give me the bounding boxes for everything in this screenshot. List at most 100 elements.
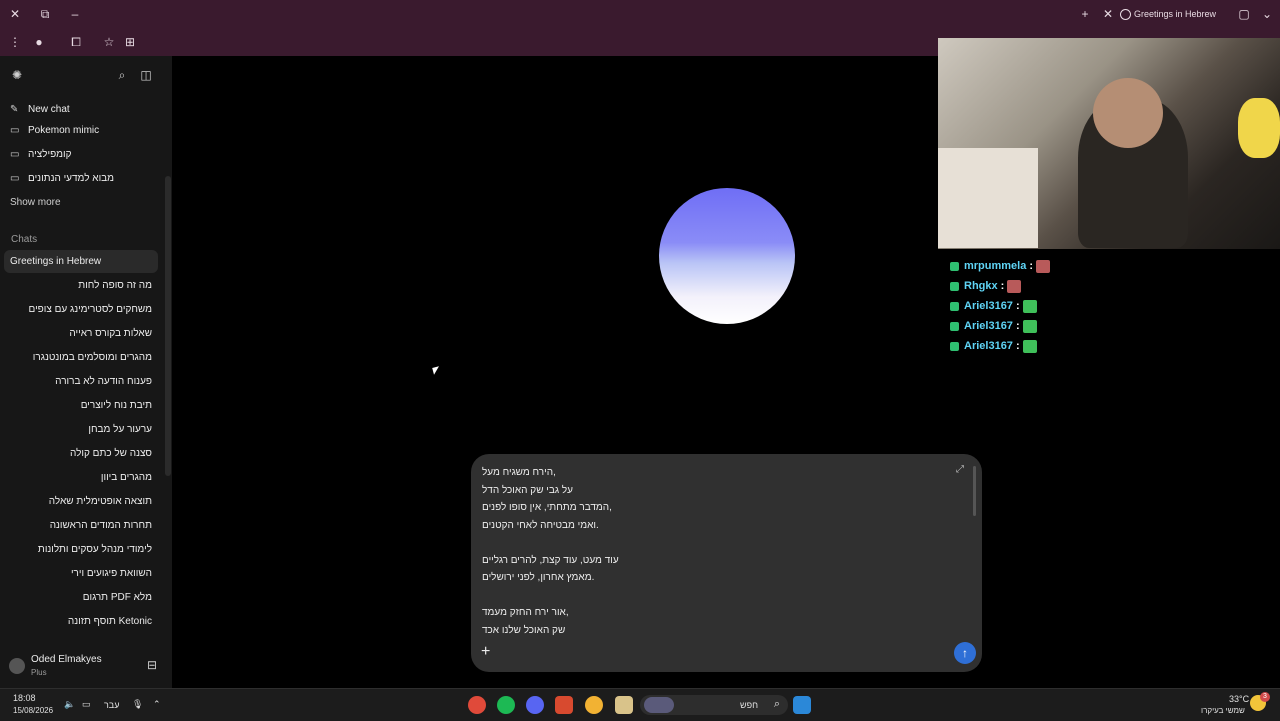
avatar xyxy=(9,658,25,674)
microphone-icon[interactable]: 🎙 xyxy=(132,699,143,710)
chat-item[interactable]: מהגרים ומוסלמים במונטנגרו xyxy=(10,347,152,369)
search-highlight-icon xyxy=(644,697,674,713)
attach-plus-button[interactable]: + xyxy=(481,644,497,660)
chat-item[interactable]: תחרות המודים הראשונה xyxy=(10,515,152,537)
spotify-icon[interactable] xyxy=(497,696,515,714)
folder-icon: ▭ xyxy=(10,173,20,184)
stream-chat-message: Ariel3167 : xyxy=(950,316,1150,336)
user-plan: Plus xyxy=(31,668,47,677)
project-item[interactable]: ▭ Pokemon mimic xyxy=(10,120,158,142)
show-more-link[interactable]: Show more xyxy=(10,192,158,214)
chat-item[interactable]: ערעור על מבחן xyxy=(10,419,152,441)
extensions-icon[interactable]: ⧠ xyxy=(68,34,84,50)
profile-icon[interactable]: ● xyxy=(31,34,47,50)
new-chat-button[interactable]: ✎ New chat xyxy=(10,99,158,121)
stream-chat-message: Ariel3167 : xyxy=(950,336,1150,356)
sub-badge-icon xyxy=(950,301,959,311)
project-item[interactable]: ▭ קומפילציה xyxy=(10,144,158,166)
network-icon[interactable]: ▭ xyxy=(82,699,91,710)
chat-item[interactable]: שאלות בקורס ראייה xyxy=(10,323,152,345)
sidebar: ✺ ⌕ ◫ ✎ New chat ▭ Pokemon mimic ▭ קומפילצי… xyxy=(0,56,172,688)
chat-item-active[interactable]: Greetings in Hebrew xyxy=(10,251,158,273)
folder-icon: ▭ xyxy=(10,125,20,136)
emote-icon xyxy=(1022,339,1037,353)
restore-window-icon[interactable]: ⧉ xyxy=(37,6,53,22)
user-profile[interactable]: Oded Elmakyes Plus ⊟ xyxy=(0,644,172,688)
emote-icon xyxy=(1036,259,1051,273)
person-head xyxy=(1093,78,1163,148)
language-indicator[interactable]: עבר xyxy=(104,700,119,710)
openai-logo-icon[interactable]: ✺ xyxy=(9,67,25,83)
project-item[interactable]: ▭ מבוא למדעי הנתונים xyxy=(10,168,158,190)
tray-chevron-icon[interactable]: ⌃ xyxy=(153,699,161,710)
chat-item[interactable]: מה זה סופה לחות xyxy=(10,275,152,297)
weather-sun-icon[interactable]: 3 xyxy=(1250,692,1270,711)
bookmark-star-icon[interactable]: ☆ xyxy=(101,34,117,50)
stream-chat-message: Rhgkx : xyxy=(950,276,1150,296)
toggle-sidebar-icon[interactable]: ◫ xyxy=(138,67,154,83)
tab-list-icon[interactable]: ⌄ xyxy=(1259,6,1275,22)
clock-date[interactable]: 15/08/2026 xyxy=(13,706,53,715)
taskbar-search[interactable]: חפש ⌕ xyxy=(640,695,788,715)
sidebar-scrollbar[interactable] xyxy=(165,176,171,476)
menu-icon[interactable]: ⋮ xyxy=(7,34,23,50)
new-tab-icon[interactable]: + xyxy=(1077,6,1093,22)
background-object xyxy=(938,148,1038,248)
emote-icon xyxy=(1007,279,1022,293)
composer-scrollbar[interactable] xyxy=(973,466,976,516)
chat-item[interactable]: משחקים לסטרימינג עם צופים xyxy=(10,299,152,321)
chat-item[interactable]: תרגום PDF מלא xyxy=(10,587,152,609)
chat-item[interactable]: תיבת נוח ליוצרים xyxy=(10,395,152,417)
voice-mode-orb xyxy=(659,188,795,324)
browser-titlebar: ✕ ⧉ – + ✕ Greetings in Hebrew ▢ ⌄ xyxy=(0,0,1280,28)
openai-favicon-icon xyxy=(1120,9,1131,21)
chats-section-label: Chats xyxy=(11,234,38,245)
search-icon: ⌕ xyxy=(773,698,780,710)
chat-item[interactable]: סצנה של כתם קולה xyxy=(10,443,152,465)
sub-badge-icon xyxy=(950,341,959,351)
chat-item[interactable]: תוצאה אופטימלית שאלה xyxy=(10,491,152,513)
send-button[interactable]: ↑ xyxy=(954,642,976,664)
chat-item[interactable]: השוואת פיגועים וירי xyxy=(10,563,152,585)
app-icon[interactable] xyxy=(555,696,573,714)
windows-start-icon[interactable] xyxy=(793,696,811,714)
library-icon[interactable]: ⊟ xyxy=(144,657,160,673)
file-explorer-icon[interactable] xyxy=(615,696,633,714)
tab-close-icon[interactable]: ✕ xyxy=(1100,6,1116,22)
chrome-icon[interactable] xyxy=(468,696,486,714)
tab-title[interactable]: Greetings in Hebrew xyxy=(1120,4,1216,24)
composer[interactable]: הירח משגיח מעל, על גבי שק האוכל הדל המדב… xyxy=(471,454,982,672)
mouse-cursor-icon xyxy=(432,366,441,375)
folder-icon: ▭ xyxy=(10,149,20,160)
tab-search-icon[interactable]: ▢ xyxy=(1236,6,1252,22)
close-window-icon[interactable]: ✕ xyxy=(7,6,23,22)
stream-chat-message: Ariel3167 : xyxy=(950,296,1150,316)
discord-icon[interactable] xyxy=(526,696,544,714)
weather-temp[interactable]: 33°C xyxy=(1229,694,1249,704)
expand-icon[interactable]: ⤢ xyxy=(956,464,968,476)
search-icon[interactable]: ⌕ xyxy=(114,67,130,83)
taskbar: 18:08 15/08/2026 🔈 ▭ עבר 🎙 ⌃ חפש ⌕ 33°C … xyxy=(0,688,1280,721)
volume-icon[interactable]: 🔈 xyxy=(64,699,75,710)
user-name: Oded Elmakyes xyxy=(31,654,102,665)
chat-item[interactable]: תוסף תזונה Ketonic xyxy=(10,611,152,633)
weather-desc[interactable]: שמשי בעיקרו xyxy=(1201,706,1245,715)
webcam-overlay xyxy=(938,38,1280,249)
sub-badge-icon xyxy=(950,281,959,291)
message-input[interactable]: הירח משגיח מעל, על גבי שק האוכל הדל המדב… xyxy=(482,464,962,639)
sub-badge-icon xyxy=(950,261,959,271)
stream-chat: mrpummela : Rhgkx : Ariel3167 : Ariel316… xyxy=(950,256,1150,356)
emote-icon xyxy=(1022,319,1037,333)
minimize-window-icon[interactable]: – xyxy=(67,6,83,22)
install-app-icon[interactable]: ⊞ xyxy=(122,34,138,50)
stream-chat-message: mrpummela : xyxy=(950,256,1150,276)
emote-icon xyxy=(1022,299,1037,313)
chat-item[interactable]: מהגרים ביוון xyxy=(10,467,152,489)
chat-item[interactable]: פענוח הודעה לא ברורה xyxy=(10,371,152,393)
notification-badge: 3 xyxy=(1260,692,1270,702)
clock-time[interactable]: 18:08 xyxy=(13,693,36,703)
edit-icon: ✎ xyxy=(10,104,19,115)
chrome-alt-icon[interactable] xyxy=(585,696,603,714)
chat-item[interactable]: לימודי מנהל עסקים ותלונות xyxy=(10,539,152,561)
sub-badge-icon xyxy=(950,321,959,331)
